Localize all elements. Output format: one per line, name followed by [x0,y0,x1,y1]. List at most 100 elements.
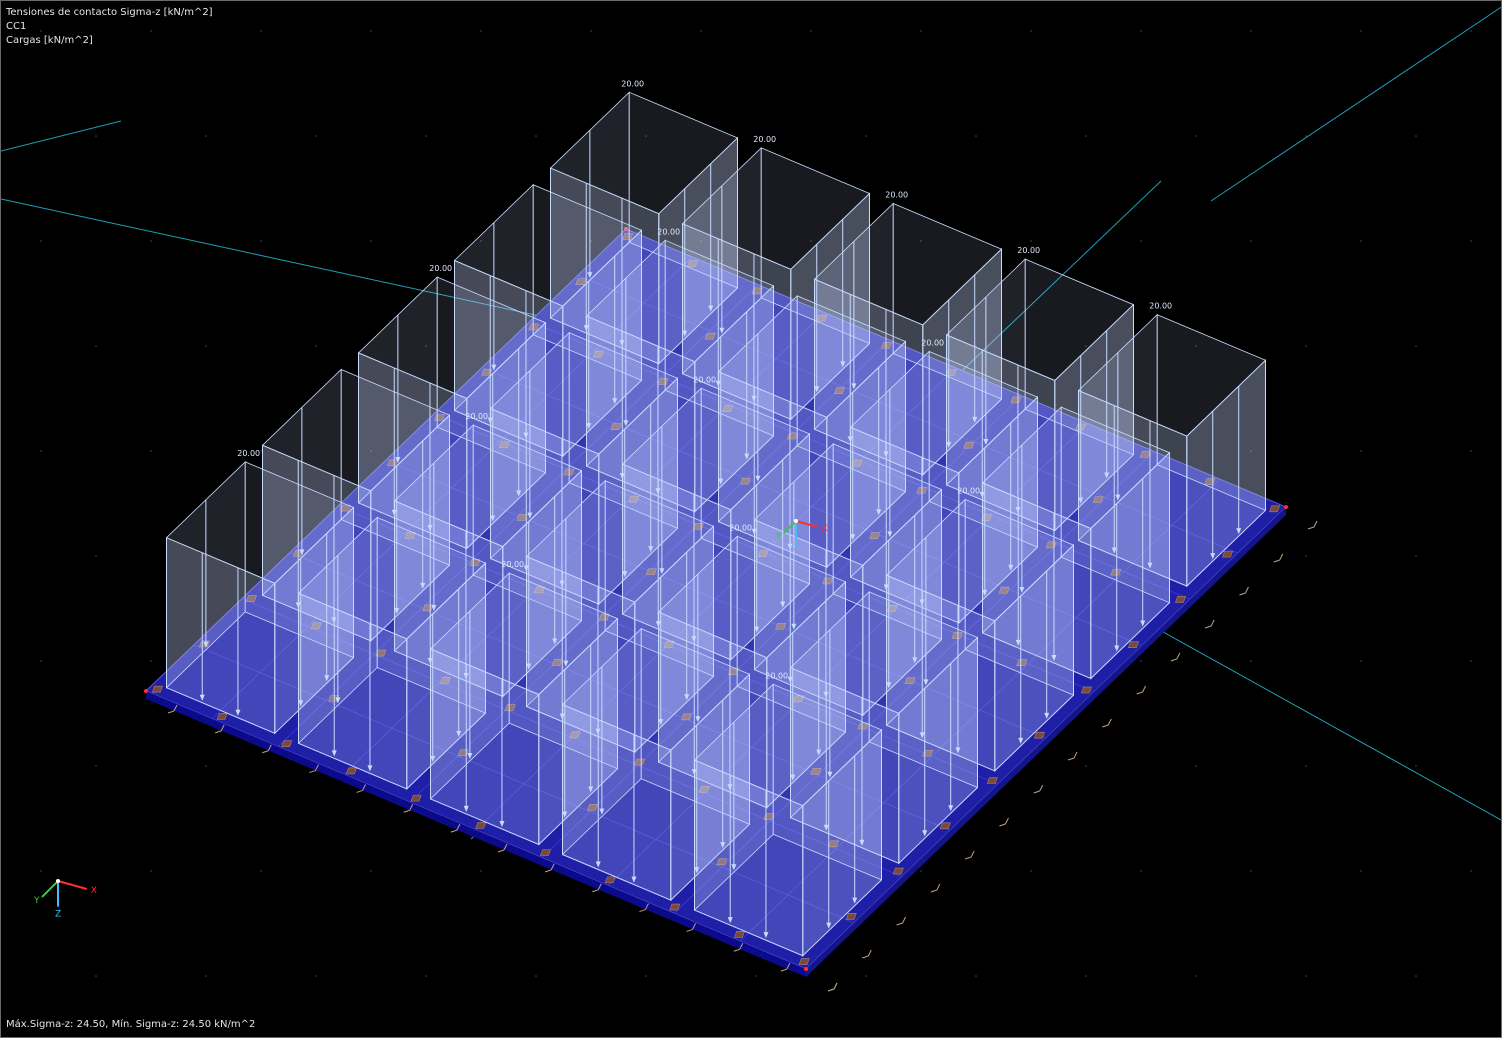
model-scene[interactable]: 20.00 20.00 20.00 20.00 20.00 20.00 20.00 20.00… [1,1,1502,1038]
load-value-label: 20.00 [957,487,980,496]
load-case-label: CC1 [6,21,27,32]
grid-dot [370,30,372,32]
3d-viewport[interactable]: 20.00 20.00 20.00 20.00 20.00 20.00 20.00 20.00… [0,0,1502,1038]
grid-dot [315,135,317,137]
grid-dot [920,870,922,872]
grid-dot [1305,765,1307,767]
load-value-label: 20.00 [885,191,908,200]
axis-origin [56,879,60,883]
grid-dot [1360,30,1362,32]
support-hook [964,850,975,860]
grid-dot [1250,870,1252,872]
node-marker[interactable] [1284,505,1288,509]
support-hook [1170,652,1181,662]
grid-dot [425,135,427,137]
grid-dot [700,30,702,32]
support-hook [1136,685,1147,695]
grid-dot [150,870,152,872]
support-hook [1102,718,1112,728]
grid-dot [755,975,757,977]
load-value-label: 20.00 [1149,302,1172,311]
grid-dot [1415,135,1417,137]
grid-dot [1360,870,1362,872]
grid-dot [1470,240,1472,242]
grid-dot [40,660,42,662]
grid-dot [260,870,262,872]
grid-dot [1140,30,1142,32]
load-value-label: 20.00 [621,79,644,88]
grid-dot [1195,975,1197,977]
grid-dot [40,30,42,32]
grid-dot [645,975,647,977]
grid-dot [95,345,97,347]
axis-y-line [41,880,59,898]
grid-dot [425,975,427,977]
grid-dot [1470,30,1472,32]
grid-dot [1195,765,1197,767]
axis-origin [794,519,798,523]
grid-dot [1030,870,1032,872]
grid-dot [1305,975,1307,977]
grid-dot [1305,345,1307,347]
axis-z-label: Z [55,910,61,920]
grid-dot [1250,660,1252,662]
grid-dot [1415,765,1417,767]
grid-dot [1140,240,1142,242]
grid-dot [975,975,977,977]
grid-dot [370,240,372,242]
grid-dot [535,135,537,137]
grid-dot [260,240,262,242]
support-hook [1307,520,1318,530]
grid-dot [535,975,537,977]
grid-dot [1085,975,1087,977]
node-marker[interactable] [804,967,808,971]
loads-label: Cargas [kN/m^2] [6,35,93,46]
grid-dot [205,975,207,977]
grid-dot [205,765,207,767]
axis-x-label: X [822,524,828,534]
grid-dot [590,30,592,32]
support-hook [1204,619,1215,629]
load-value-label: 20.00 [465,412,488,421]
grid-dot [150,660,152,662]
node-marker[interactable] [144,689,148,693]
grid-dot [40,240,42,242]
surface-loads[interactable]: 20.00 20.00 20.00 20.00 20.00 20.00 20.00 20.00… [166,79,1266,957]
grid-dot [150,240,152,242]
grid-dot [1415,345,1417,347]
grid-dot [1305,555,1307,557]
grid-dot [260,450,262,452]
construction-line [1210,6,1501,202]
support-hook [896,916,907,926]
axis-y-label: Y [33,896,40,906]
support-hook [1067,751,1078,761]
grid-dot [1415,555,1417,557]
grid-dot [1030,30,1032,32]
construction-line [1,120,122,152]
grid-dot [1140,660,1142,662]
grid-dot [1250,240,1252,242]
grid-dot [260,30,262,32]
grid-dot [1360,660,1362,662]
grid-dot [865,975,867,977]
grid-dot [205,345,207,347]
grid-dot [1470,450,1472,452]
support-hook [930,883,941,893]
support-hook [999,817,1009,827]
support-hook [827,982,838,992]
load-value-label: 20.00 [237,449,260,458]
axis-x-line [57,880,88,890]
grid-dot [1195,135,1197,137]
grid-dot [975,135,977,137]
grid-dot [315,345,317,347]
grid-dot [920,30,922,32]
load-value-label: 20.00 [693,375,716,384]
grid-dot [480,870,482,872]
grid-dot [1470,870,1472,872]
load-value-label: 20.00 [1017,246,1040,255]
support-hook [1239,586,1249,596]
axis-z-label: Z [793,543,799,553]
axis-x-label: X [91,886,97,896]
grid-dot [95,765,97,767]
grid-dot [95,135,97,137]
